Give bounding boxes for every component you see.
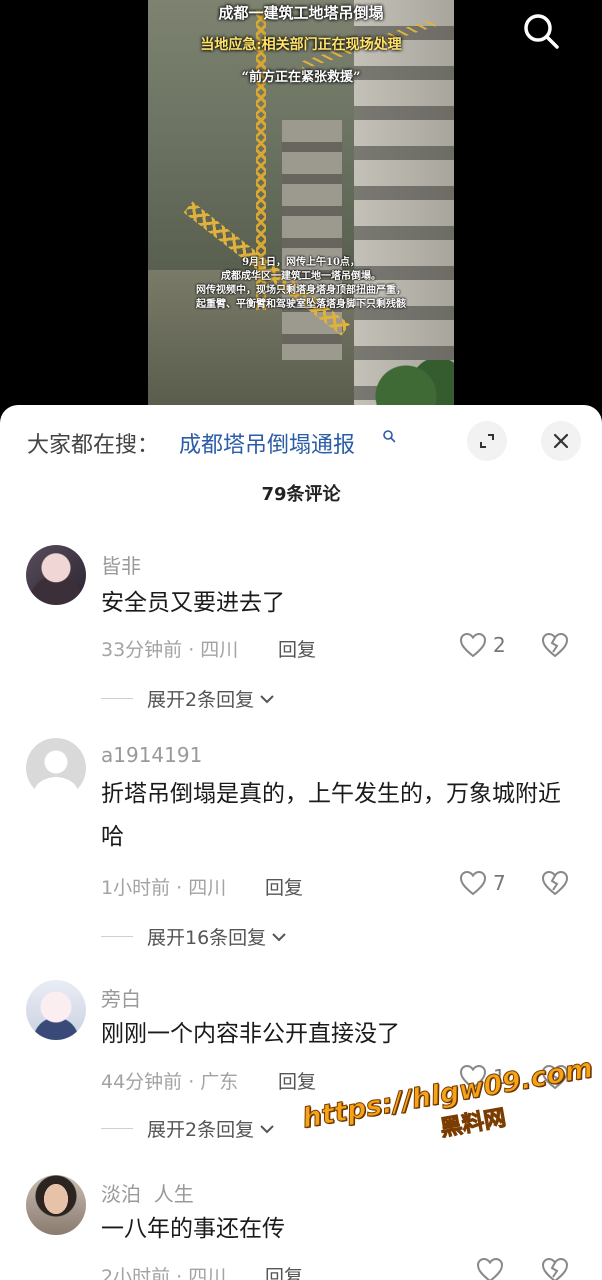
trending-search-prefix: 大家都在搜：	[27, 433, 160, 458]
like-button[interactable]: 2	[459, 632, 506, 658]
video-title: 成都一建筑工地塔吊倒塌	[218, 4, 384, 22]
comment-item: a1914191 折塔吊倒塌是真的，上午发生的，万象城附近哈 1小时前 · 四川…	[0, 735, 602, 955]
like-count: 2	[493, 633, 506, 657]
search-button[interactable]	[520, 10, 562, 52]
comment-item: 皆非 安全员又要进去了 33分钟前 · 四川 回复 2 展开2条回复	[0, 540, 602, 720]
video-player[interactable]: 成都一建筑工地塔吊倒塌 当地应急:相关部门正在现场处理 “前方正在紧张救援” 9…	[0, 0, 602, 420]
trending-search-row: 大家都在搜： 成都塔吊倒塌通报	[0, 405, 602, 481]
expand-replies[interactable]: 展开2条回复	[101, 1115, 276, 1142]
heart-icon	[459, 870, 487, 896]
avatar[interactable]	[26, 1175, 86, 1235]
comment-sheet: 大家都在搜： 成都塔吊倒塌通报 79条评论 皆非 安全员又要进去了 33分钟前 …	[0, 405, 602, 1280]
broken-heart-icon	[541, 870, 569, 896]
like-button[interactable]	[476, 1257, 504, 1280]
like-button[interactable]: 7	[459, 870, 506, 896]
avatar[interactable]	[26, 980, 86, 1040]
comment-username[interactable]: 淡泊 人生	[101, 1178, 194, 1207]
expand-replies-label: 展开16条回复	[147, 927, 267, 949]
dislike-button[interactable]	[541, 1257, 569, 1280]
reply-button[interactable]: 回复	[265, 873, 303, 900]
chevron-down-icon	[260, 1124, 274, 1133]
comment-item: 淡泊 人生 一八年的事还在传 2小时前 · 四川 回复	[0, 1170, 602, 1280]
video-caption-line: 成都成华区一建筑工地一塔吊倒塌。	[221, 271, 381, 282]
expand-replies[interactable]: 展开2条回复	[101, 685, 276, 712]
heart-icon	[476, 1257, 504, 1280]
heart-icon	[459, 632, 487, 658]
video-caption: 9月1日，网传上午10点， 成都成华区一建筑工地一塔吊倒塌。 网传视频中，现场只…	[166, 256, 436, 312]
small-search-icon	[383, 430, 396, 443]
comment-text[interactable]: 折塔吊倒塌是真的，上午发生的，万象城附近哈	[101, 773, 571, 859]
comment-text[interactable]: 一八年的事还在传	[101, 1208, 571, 1251]
comment-text[interactable]: 安全员又要进去了	[101, 582, 571, 625]
comment-text[interactable]: 刚刚一个内容非公开直接没了	[101, 1013, 571, 1056]
broken-heart-icon	[541, 632, 569, 658]
expand-button[interactable]	[467, 421, 507, 461]
video-building	[354, 0, 454, 420]
comment-time-location: 33分钟前 · 四川	[101, 639, 239, 661]
comment-time-location: 1小时前 · 四川	[101, 877, 227, 899]
expand-replies-label: 展开2条回复	[147, 1119, 255, 1141]
broken-heart-icon	[541, 1257, 569, 1280]
video-frame[interactable]: 成都一建筑工地塔吊倒塌 当地应急:相关部门正在现场处理 “前方正在紧张救援” 9…	[148, 0, 454, 420]
video-caption-line: 起重臂、平衡臂和驾驶室坠落塔身脚下只剩残骸	[196, 299, 406, 310]
video-caption-line: 网传视频中，现场只剩塔身塔身顶部扭曲严重，	[196, 285, 406, 296]
chevron-down-icon	[260, 694, 274, 703]
expand-icon	[480, 434, 494, 448]
comment-username[interactable]: a1914191	[101, 743, 202, 767]
video-caption-line: 9月1日，网传上午10点，	[242, 257, 360, 268]
dislike-button[interactable]	[541, 632, 569, 662]
reply-button[interactable]: 回复	[265, 1262, 303, 1280]
trending-search-link[interactable]: 成都塔吊倒塌通报	[179, 427, 355, 459]
comment-time-location: 2小时前 · 四川	[101, 1266, 227, 1280]
search-icon	[524, 14, 559, 49]
close-icon	[553, 433, 569, 449]
expand-replies[interactable]: 展开16条回复	[101, 923, 288, 950]
reply-button[interactable]: 回复	[278, 635, 316, 662]
expand-divider	[101, 1128, 133, 1129]
video-quote: “前方正在紧张救援”	[241, 70, 361, 85]
expand-divider	[101, 936, 133, 937]
comment-count: 79条评论	[261, 484, 341, 505]
close-button[interactable]	[541, 421, 581, 461]
like-count: 7	[493, 871, 506, 895]
expand-replies-label: 展开2条回复	[147, 689, 255, 711]
comment-time-location: 44分钟前 · 广东	[101, 1071, 239, 1093]
chevron-down-icon	[272, 932, 286, 941]
comment-username[interactable]: 皆非	[101, 550, 141, 579]
video-subtitle: 当地应急:相关部门正在现场处理	[200, 37, 402, 53]
expand-divider	[101, 698, 133, 699]
avatar[interactable]	[26, 738, 86, 798]
avatar[interactable]	[26, 545, 86, 605]
dislike-button[interactable]	[541, 870, 569, 900]
comment-username[interactable]: 旁白	[101, 983, 141, 1012]
reply-button[interactable]: 回复	[278, 1067, 316, 1094]
